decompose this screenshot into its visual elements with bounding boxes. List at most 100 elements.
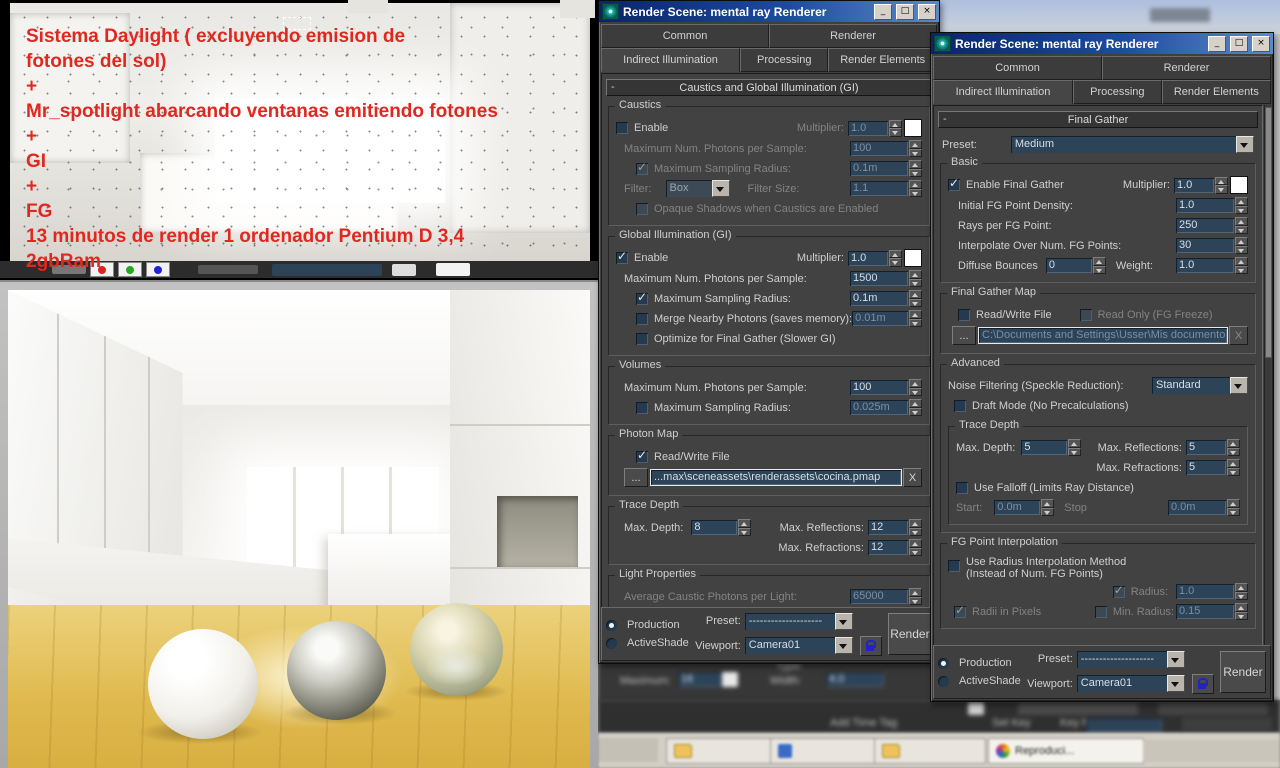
max-reflections-field[interactable]: 12 — [868, 520, 908, 535]
spinner[interactable] — [909, 140, 922, 157]
fg-preset-combo[interactable]: Medium — [1010, 136, 1254, 153]
spinner[interactable] — [889, 119, 902, 137]
scrollbar-thumb[interactable] — [1265, 107, 1272, 359]
use-radius-interpolation-checkbox[interactable] — [948, 560, 960, 572]
viewport-combo[interactable]: Camera01 — [744, 637, 853, 654]
spinner[interactable] — [909, 290, 922, 307]
rollout-header-final-gather[interactable]: - Final Gather — [938, 111, 1258, 128]
merge-photons-field[interactable]: 0.01m — [852, 311, 909, 326]
spinner[interactable] — [1235, 237, 1248, 254]
max-sampling-radius-field[interactable]: 0.1m — [850, 291, 908, 306]
max-photons-field[interactable]: 100 — [850, 380, 908, 395]
taskbar-item[interactable] — [666, 738, 778, 764]
spinner[interactable] — [1235, 197, 1248, 214]
tab-processing[interactable]: Processing — [1072, 80, 1162, 104]
tab-renderer[interactable]: Renderer — [1102, 56, 1271, 80]
rollout-header-caustics-gi[interactable]: - Caustics and Global Illumination (GI) — [606, 79, 932, 96]
frame-field[interactable] — [1086, 718, 1162, 733]
spinner[interactable] — [909, 539, 922, 556]
spinner[interactable] — [909, 519, 922, 536]
read-write-file-checkbox[interactable] — [636, 448, 648, 463]
spinner[interactable] — [889, 249, 902, 267]
opaque-shadows-checkbox[interactable] — [636, 202, 648, 215]
tab-indirect-illumination[interactable]: Indirect Illumination — [601, 48, 741, 72]
multiplier-field[interactable]: 1.0 — [1174, 177, 1214, 193]
viewport-lock-button[interactable] — [1191, 673, 1214, 694]
multiplier-color-swatch[interactable] — [904, 249, 922, 267]
rollout-scrollbar[interactable] — [1264, 105, 1272, 647]
spinner[interactable] — [1068, 439, 1082, 456]
browse-button[interactable]: ... — [952, 326, 976, 345]
avg-caustic-photons-field[interactable]: 65000 — [850, 589, 908, 604]
filter-combo[interactable]: Box — [665, 180, 730, 197]
falloff-start-field[interactable]: 0.0m — [994, 500, 1041, 515]
chevron-down-icon[interactable] — [1236, 136, 1254, 153]
spinner[interactable] — [909, 379, 922, 396]
viewport-lock-button[interactable] — [859, 635, 882, 656]
width-field[interactable]: 4.0 — [826, 672, 884, 687]
filter-size-field[interactable]: 1.1 — [850, 181, 908, 196]
minimize-button[interactable]: _ — [1208, 35, 1226, 52]
spinner[interactable] — [1235, 583, 1248, 600]
max-sampling-radius-checkbox[interactable] — [636, 290, 648, 305]
chevron-down-icon[interactable] — [711, 180, 730, 197]
spinner[interactable] — [1227, 439, 1240, 456]
chevron-down-icon[interactable] — [1230, 377, 1248, 394]
system-tray[interactable] — [1143, 740, 1280, 762]
read-only-checkbox[interactable] — [1079, 308, 1092, 321]
radius-field[interactable]: 1.0 — [1176, 584, 1234, 599]
optimize-fg-checkbox[interactable] — [636, 332, 648, 345]
preset-combo[interactable]: -------------------- — [744, 612, 853, 630]
spinner[interactable] — [1092, 257, 1106, 274]
gi-enable-checkbox[interactable] — [616, 249, 628, 264]
chevron-down-icon[interactable] — [1166, 650, 1185, 668]
dialog-titlebar[interactable]: Render Scene: mental ray Renderer _ □ × — [599, 1, 939, 22]
close-button[interactable]: × — [918, 3, 936, 20]
spinner[interactable] — [1227, 459, 1240, 476]
max-depth-field[interactable]: 5 — [1021, 440, 1068, 455]
maximum-field[interactable]: 16 — [678, 672, 724, 687]
use-falloff-checkbox[interactable] — [956, 481, 968, 494]
activeshade-radio[interactable] — [938, 675, 949, 687]
maximum-dropdown[interactable] — [722, 672, 738, 687]
max-sampling-radius-checkbox[interactable] — [636, 401, 648, 414]
tab-renderer[interactable]: Renderer — [769, 24, 937, 48]
multiplier-field[interactable]: 1.0 — [848, 250, 888, 266]
spinner[interactable] — [1041, 499, 1055, 516]
rays-per-fg-point-field[interactable]: 250 — [1176, 218, 1234, 233]
browse-button[interactable]: ... — [624, 468, 648, 487]
minimize-button[interactable]: _ — [874, 3, 892, 20]
transport-controls[interactable] — [1018, 702, 1138, 715]
viewport-combo[interactable]: Camera01 — [1076, 675, 1185, 692]
tab-common[interactable]: Common — [601, 24, 769, 48]
quick-launch[interactable] — [598, 738, 658, 762]
max-photons-field[interactable]: 1500 — [850, 271, 908, 286]
draft-mode-checkbox[interactable] — [954, 399, 966, 412]
spinner[interactable] — [1235, 217, 1248, 234]
clear-file-button[interactable]: X — [1229, 326, 1248, 345]
falloff-stop-field[interactable]: 0.0m — [1168, 500, 1226, 515]
min-radius-field[interactable]: 0.15 — [1176, 604, 1234, 619]
tab-render-elements[interactable]: Render Elements — [1161, 80, 1271, 104]
preset-combo[interactable]: -------------------- — [1076, 650, 1185, 668]
tab-common[interactable]: Common — [933, 56, 1102, 80]
max-sampling-radius-field[interactable]: 0.025m — [850, 400, 908, 415]
noise-filtering-combo[interactable]: Standard — [1152, 377, 1248, 394]
chevron-down-icon[interactable] — [1166, 675, 1185, 692]
spinner[interactable] — [738, 519, 752, 536]
tab-render-elements[interactable]: Render Elements — [828, 48, 937, 72]
activeshade-radio[interactable] — [606, 637, 617, 649]
taskbar-item[interactable] — [874, 738, 986, 764]
taskbar-item[interactable] — [770, 738, 882, 764]
close-button[interactable]: × — [1252, 35, 1270, 52]
spinner[interactable] — [1235, 603, 1248, 620]
max-photons-field[interactable]: 100 — [850, 141, 908, 156]
spinner[interactable] — [909, 270, 922, 287]
caustics-enable-checkbox[interactable] — [616, 122, 628, 134]
production-radio[interactable] — [938, 657, 949, 669]
chevron-down-icon[interactable] — [834, 612, 853, 630]
diffuse-bounces-field[interactable]: 0 — [1045, 258, 1092, 273]
spinner[interactable] — [909, 180, 922, 197]
toolbar-icons[interactable] — [1158, 702, 1268, 715]
spinner[interactable] — [909, 310, 922, 327]
